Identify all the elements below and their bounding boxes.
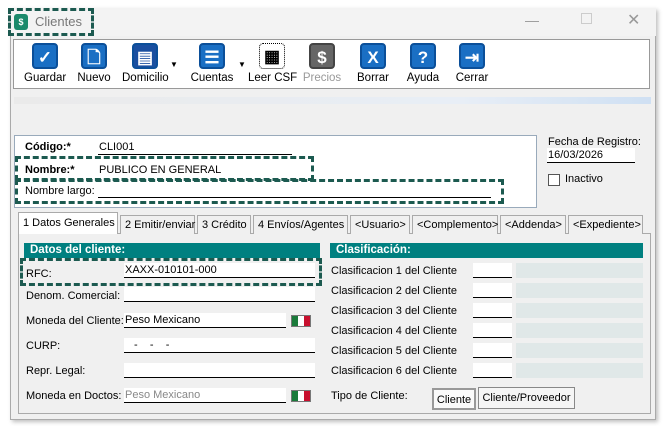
tab-envios-agentes[interactable]: 4 Envíos/Agentes bbox=[253, 215, 348, 234]
close-button[interactable]: ✕ bbox=[627, 10, 640, 30]
fecha-registro-input[interactable]: 16/03/2026 bbox=[547, 148, 635, 163]
cuentas-dropdown-icon[interactable]: ▼ bbox=[238, 60, 246, 69]
repr-legal-input[interactable] bbox=[124, 363, 315, 378]
clasificacion-1-description bbox=[516, 263, 643, 278]
tipo-cliente-proveedor-button[interactable]: Cliente/Proveedor bbox=[478, 387, 575, 409]
list-icon: ☰ bbox=[199, 43, 225, 69]
new-document-icon: 🗋 bbox=[81, 43, 107, 69]
qr-code-icon: ▦ bbox=[259, 43, 285, 69]
clasificacion-4-description bbox=[516, 323, 643, 338]
clasificacion-4-input[interactable] bbox=[473, 323, 512, 338]
clasificacion-6-description bbox=[516, 363, 643, 378]
repr-legal-label: Repr. Legal: bbox=[26, 365, 86, 377]
title-bar bbox=[10, 8, 656, 36]
tab-addenda[interactable]: <Addenda> bbox=[500, 215, 566, 234]
money-icon: $ bbox=[309, 43, 335, 69]
clasificacion-2-input[interactable] bbox=[473, 283, 512, 298]
tipo-cliente-button[interactable]: Cliente bbox=[432, 388, 476, 410]
highlight-rfc bbox=[20, 258, 322, 286]
domicilio-button[interactable]: ▤ Domicilio bbox=[122, 43, 169, 84]
nuevo-button[interactable]: 🗋 Nuevo bbox=[76, 43, 112, 84]
tipo-cliente-label: Tipo de Cliente: bbox=[331, 390, 408, 402]
checkmark-icon: ✓ bbox=[32, 43, 58, 69]
highlight-title bbox=[8, 8, 94, 36]
clasificacion-4-label: Clasificacion 4 del Cliente bbox=[331, 325, 457, 337]
codigo-label: Código:* bbox=[25, 141, 71, 153]
denom-comercial-input[interactable] bbox=[124, 287, 315, 302]
moneda-doctos-input[interactable]: Peso Mexicano bbox=[124, 388, 286, 403]
mexico-flag-icon[interactable] bbox=[291, 390, 311, 402]
moneda-cliente-label: Moneda del Cliente: bbox=[26, 315, 124, 327]
minimize-button[interactable]: — bbox=[525, 12, 539, 28]
curp-input[interactable]: - - - bbox=[124, 338, 315, 353]
fecha-registro-label: Fecha de Registro: bbox=[548, 136, 641, 148]
clasificacion-3-label: Clasificacion 3 del Cliente bbox=[331, 305, 457, 317]
guardar-button[interactable]: ✓ Guardar bbox=[24, 43, 66, 84]
tab-datos-generales[interactable]: 1 Datos Generales bbox=[18, 212, 118, 234]
clasificacion-5-description bbox=[516, 343, 643, 358]
precios-button: $ Precios bbox=[302, 43, 342, 84]
curp-label: CURP: bbox=[26, 340, 61, 352]
borrar-button[interactable]: X Borrar bbox=[356, 43, 390, 84]
clasificacion-1-label: Clasificacion 1 del Cliente bbox=[331, 265, 457, 277]
maximize-button[interactable] bbox=[581, 13, 592, 24]
clasificacion-5-label: Clasificacion 5 del Cliente bbox=[331, 345, 457, 357]
clasificacion-2-description bbox=[516, 283, 643, 298]
tab-emitir-enviar[interactable]: 2 Emitir/enviar bbox=[120, 215, 195, 234]
divider-strip bbox=[14, 97, 651, 104]
ayuda-button[interactable]: ? Ayuda bbox=[405, 43, 441, 84]
cerrar-button[interactable]: ⇥ Cerrar bbox=[455, 43, 489, 84]
denom-comercial-label: Denom. Comercial: bbox=[26, 290, 121, 302]
moneda-doctos-label: Moneda en Doctos: bbox=[26, 390, 122, 402]
tab-credito[interactable]: 3 Crédito bbox=[197, 215, 251, 234]
inactivo-checkbox[interactable] bbox=[548, 174, 560, 186]
domicilio-dropdown-icon[interactable]: ▼ bbox=[170, 60, 178, 69]
tab-complemento[interactable]: <Complemento> bbox=[412, 215, 498, 234]
address-card-icon: ▤ bbox=[132, 43, 158, 69]
clasificacion-6-input[interactable] bbox=[473, 363, 512, 378]
datos-cliente-header: Datos del cliente: bbox=[24, 243, 320, 258]
delete-x-icon: X bbox=[360, 43, 386, 69]
inactivo-label: Inactivo bbox=[565, 173, 603, 185]
clasificacion-3-description bbox=[516, 303, 643, 318]
highlight-nombre bbox=[15, 156, 314, 181]
help-icon: ? bbox=[410, 43, 436, 69]
clasificacion-1-input[interactable] bbox=[473, 263, 512, 278]
clasificacion-header: Clasificación: bbox=[330, 243, 643, 258]
cuentas-button[interactable]: ☰ Cuentas bbox=[190, 43, 234, 84]
mexico-flag-icon[interactable] bbox=[291, 315, 311, 327]
exit-door-icon: ⇥ bbox=[459, 43, 485, 69]
codigo-input[interactable]: CLI001 bbox=[98, 140, 292, 155]
clasificacion-2-label: Clasificacion 2 del Cliente bbox=[331, 285, 457, 297]
clasificacion-5-input[interactable] bbox=[473, 343, 512, 358]
moneda-cliente-input[interactable]: Peso Mexicano bbox=[124, 313, 286, 328]
clasificacion-3-input[interactable] bbox=[473, 303, 512, 318]
leer-csf-button[interactable]: ▦ Leer CSF bbox=[248, 43, 297, 84]
tab-expediente[interactable]: <Expediente> bbox=[568, 215, 643, 234]
clasificacion-6-label: Clasificacion 6 del Cliente bbox=[331, 365, 457, 377]
highlight-nombre-largo bbox=[15, 179, 504, 204]
tab-usuario[interactable]: <Usuario> bbox=[350, 215, 410, 234]
